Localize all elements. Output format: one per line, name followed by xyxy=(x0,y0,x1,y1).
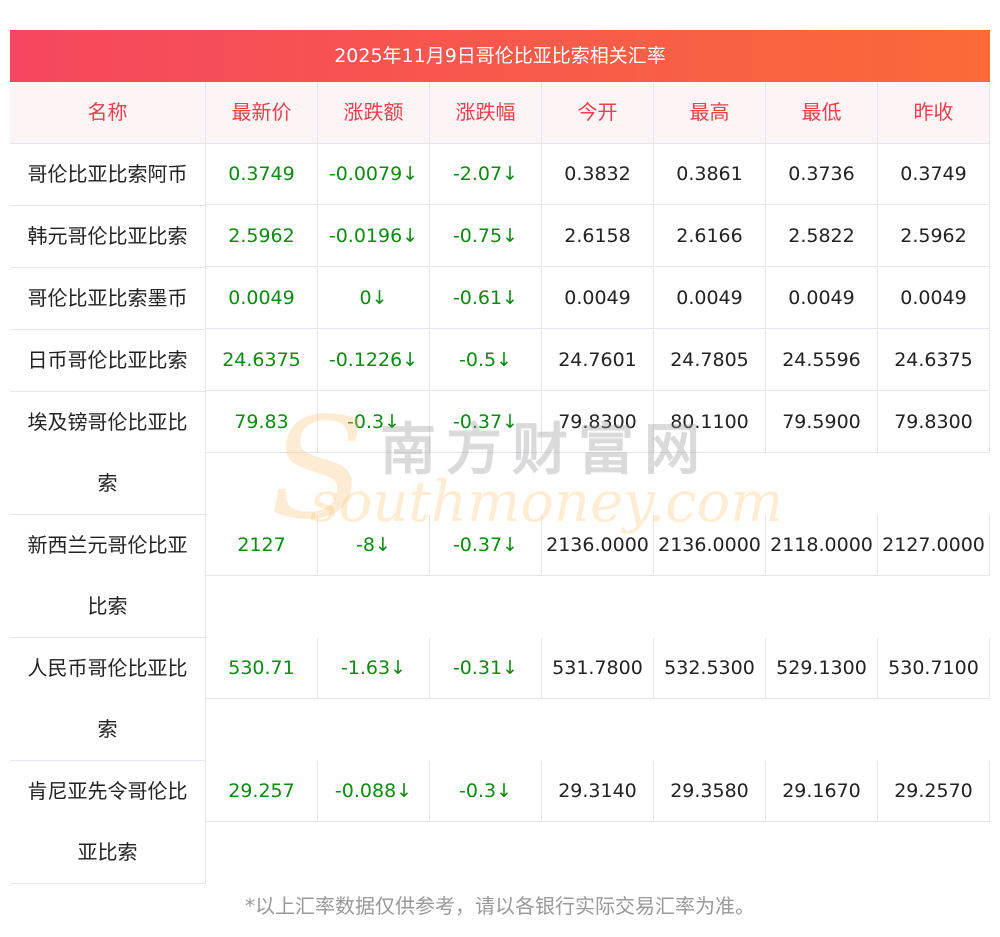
cell-open: 0.0049 xyxy=(542,268,654,329)
cell-pct: -0.75↓ xyxy=(430,206,542,267)
cell-high: 24.7805 xyxy=(654,330,766,391)
row-values: 0.3749 -0.0079↓ -2.07↓ 0.3832 0.3861 0.3736 0.… xyxy=(206,144,990,205)
cell-prev: 29.2570 xyxy=(878,761,990,822)
cell-pct: -0.31↓ xyxy=(430,638,542,699)
cell-open: 29.3140 xyxy=(542,761,654,822)
cell-pct: -0.61↓ xyxy=(430,268,542,329)
cell-prev: 0.3749 xyxy=(878,144,990,205)
col-prev: 昨收 xyxy=(878,82,990,143)
cell-low: 0.3736 xyxy=(766,144,878,205)
col-low: 最低 xyxy=(766,82,878,143)
cell-latest: 29.257 xyxy=(206,761,318,822)
cell-high: 532.5300 xyxy=(654,638,766,699)
row-values: 0.0049 0↓ -0.61↓ 0.0049 0.0049 0.0049 0.0049 xyxy=(206,268,990,329)
cell-low: 24.5596 xyxy=(766,330,878,391)
cell-change: -0.0079↓ xyxy=(318,144,430,205)
cell-prev: 79.8300 xyxy=(878,392,990,453)
currency-pair-name: 人民币哥伦比亚比索 xyxy=(10,638,206,761)
cell-pct: -0.5↓ xyxy=(430,330,542,391)
cell-change: -0.088↓ xyxy=(318,761,430,822)
cell-latest: 79.83 xyxy=(206,392,318,453)
col-name: 名称 xyxy=(10,82,206,143)
cell-open: 0.3832 xyxy=(542,144,654,205)
table-row: 日币哥伦比亚比索 24.6375 -0.1226↓ -0.5↓ 24.7601 24.78… xyxy=(10,330,990,392)
cell-open: 2.6158 xyxy=(542,206,654,267)
cell-high: 2.6166 xyxy=(654,206,766,267)
row-values: 79.83 -0.3↓ -0.37↓ 79.8300 80.1100 79.5900 79.… xyxy=(206,392,990,453)
cell-low: 2118.0000 xyxy=(766,515,878,576)
col-high: 最高 xyxy=(654,82,766,143)
cell-open: 2136.0000 xyxy=(542,515,654,576)
cell-open: 24.7601 xyxy=(542,330,654,391)
cell-high: 0.0049 xyxy=(654,268,766,329)
cell-pct: -2.07↓ xyxy=(430,144,542,205)
cell-change: 0↓ xyxy=(318,268,430,329)
cell-change: -0.1226↓ xyxy=(318,330,430,391)
row-values: 24.6375 -0.1226↓ -0.5↓ 24.7601 24.7805 24.559… xyxy=(206,330,990,391)
currency-pair-name: 日币哥伦比亚比索 xyxy=(10,330,206,392)
cell-open: 531.7800 xyxy=(542,638,654,699)
currency-pair-name: 新西兰元哥伦比亚比索 xyxy=(10,515,206,638)
col-change: 涨跌额 xyxy=(318,82,430,143)
cell-high: 2136.0000 xyxy=(654,515,766,576)
col-open: 今开 xyxy=(542,82,654,143)
currency-pair-name: 哥伦比亚比索墨币 xyxy=(10,268,206,330)
table-row: 韩元哥伦比亚比索 2.5962 -0.0196↓ -0.75↓ 2.6158 2.6166… xyxy=(10,206,990,268)
table-header: 名称 最新价 涨跌额 涨跌幅 今开 最高 最低 昨收 xyxy=(10,82,990,144)
cell-high: 0.3861 xyxy=(654,144,766,205)
cell-pct: -0.37↓ xyxy=(430,515,542,576)
cell-low: 79.5900 xyxy=(766,392,878,453)
currency-pair-name: 肯尼亚先令哥伦比亚比索 xyxy=(10,761,206,884)
cell-latest: 2.5962 xyxy=(206,206,318,267)
cell-change: -0.0196↓ xyxy=(318,206,430,267)
col-latest: 最新价 xyxy=(206,82,318,143)
cell-latest: 0.3749 xyxy=(206,144,318,205)
cell-latest: 2127 xyxy=(206,515,318,576)
cell-low: 0.0049 xyxy=(766,268,878,329)
cell-latest: 0.0049 xyxy=(206,268,318,329)
currency-pair-name: 哥伦比亚比索阿币 xyxy=(10,144,206,206)
cell-low: 529.1300 xyxy=(766,638,878,699)
cell-prev: 2.5962 xyxy=(878,206,990,267)
cell-pct: -0.3↓ xyxy=(430,761,542,822)
cell-open: 79.8300 xyxy=(542,392,654,453)
cell-change: -0.3↓ xyxy=(318,392,430,453)
cell-prev: 2127.0000 xyxy=(878,515,990,576)
table-row: 埃及镑哥伦比亚比索 79.83 -0.3↓ -0.37↓ 79.8300 80.1100 7… xyxy=(10,392,990,515)
table-row: 哥伦比亚比索阿币 0.3749 -0.0079↓ -2.07↓ 0.3832 0.3861… xyxy=(10,144,990,206)
cell-low: 2.5822 xyxy=(766,206,878,267)
cell-high: 29.3580 xyxy=(654,761,766,822)
table-body: 哥伦比亚比索阿币 0.3749 -0.0079↓ -2.07↓ 0.3832 0.3861… xyxy=(10,144,990,884)
cell-low: 29.1670 xyxy=(766,761,878,822)
cell-prev: 530.7100 xyxy=(878,638,990,699)
row-values: 2.5962 -0.0196↓ -0.75↓ 2.6158 2.6166 2.5822 2.… xyxy=(206,206,990,267)
row-values: 2127 -8↓ -0.37↓ 2136.0000 2136.0000 2118.0000… xyxy=(206,515,990,576)
row-values: 530.71 -1.63↓ -0.31↓ 531.7800 532.5300 529.13… xyxy=(206,638,990,699)
table-row: 新西兰元哥伦比亚比索 2127 -8↓ -0.37↓ 2136.0000 2136.000… xyxy=(10,515,990,638)
cell-latest: 24.6375 xyxy=(206,330,318,391)
currency-pair-name: 埃及镑哥伦比亚比索 xyxy=(10,392,206,515)
table-row: 人民币哥伦比亚比索 530.71 -1.63↓ -0.31↓ 531.7800 532.5… xyxy=(10,638,990,761)
cell-change: -1.63↓ xyxy=(318,638,430,699)
table-row: 哥伦比亚比索墨币 0.0049 0↓ -0.61↓ 0.0049 0.0049 0.0049… xyxy=(10,268,990,330)
col-pct: 涨跌幅 xyxy=(430,82,542,143)
table-title: 2025年11月9日哥伦比亚比索相关汇率 xyxy=(10,30,990,82)
cell-prev: 0.0049 xyxy=(878,268,990,329)
cell-high: 80.1100 xyxy=(654,392,766,453)
cell-prev: 24.6375 xyxy=(878,330,990,391)
currency-pair-name: 韩元哥伦比亚比索 xyxy=(10,206,206,268)
row-values: 29.257 -0.088↓ -0.3↓ 29.3140 29.3580 29.1670 2… xyxy=(206,761,990,822)
table-row: 肯尼亚先令哥伦比亚比索 29.257 -0.088↓ -0.3↓ 29.3140 29.3… xyxy=(10,761,990,884)
cell-latest: 530.71 xyxy=(206,638,318,699)
cell-change: -8↓ xyxy=(318,515,430,576)
cell-pct: -0.37↓ xyxy=(430,392,542,453)
rate-table: 2025年11月9日哥伦比亚比索相关汇率 名称 最新价 涨跌额 涨跌幅 今开 最… xyxy=(10,30,990,884)
disclaimer: *以上汇率数据仅供参考，请以各银行实际交易汇率为准。 xyxy=(245,894,755,918)
